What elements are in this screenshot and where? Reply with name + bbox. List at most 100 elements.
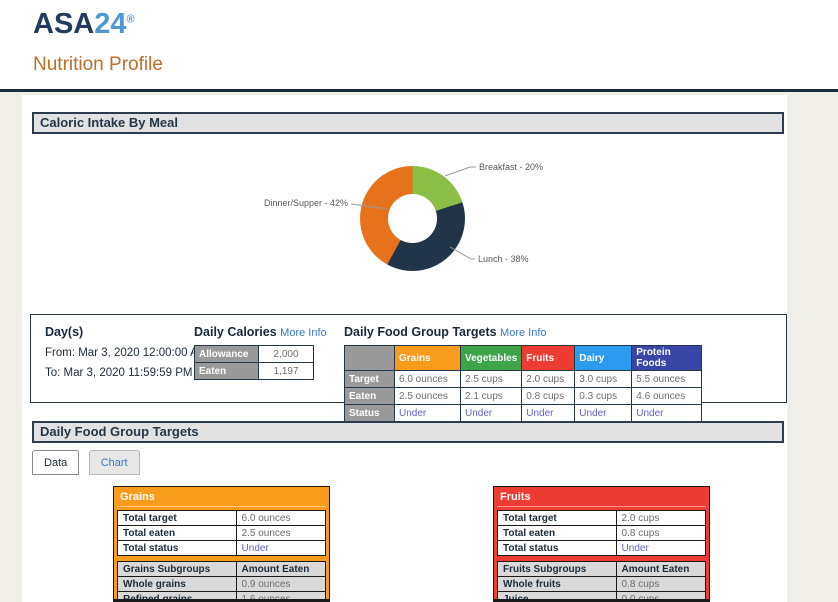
eaten-dairy: 0.3 cups [574,387,633,405]
days-title: Day(s) [45,325,84,339]
status-fruits-link[interactable]: Under [521,404,576,422]
grains-total-eaten-value: 2.5 ounces [235,525,327,541]
table-row: Total target 6.0 ounces [117,510,327,526]
eaten-fruits: 0.8 cups [521,387,576,405]
grains-total-eaten-label: Total eaten [117,525,237,541]
date-to: To: Mar 3, 2020 11:59:59 PM [45,367,193,379]
target-dairy: 3.0 cups [574,370,633,388]
grains-total-status-label: Total status [117,540,237,556]
table-header-row: Fruits Subgroups Amount Eaten [497,561,707,577]
table-row-target: Target 6.0 ounces 2.5 cups 2.0 cups 3.0 … [344,370,703,388]
column-header-grains: Grains [394,345,461,371]
card-title-grains: Grains [117,490,326,507]
daily-calories-title-text: Daily Calories [194,325,277,339]
food-group-targets-more-info-link[interactable]: More Info [500,327,546,339]
calories-allowance-label: Allowance [194,345,259,363]
tab-chart[interactable]: Chart [88,450,140,475]
column-header-fruits: Fruits [521,345,576,371]
tab-bar: Data Chart [32,450,145,477]
donut-label-breakfast: Breakfast - 20% [479,162,544,172]
table-row: Total status Under [497,540,707,556]
target-fruits: 2.0 cups [521,370,576,388]
food-group-targets-title: Daily Food Group Targets More Info [344,325,702,339]
whole-grains-label: Whole grains [117,576,237,592]
grains-total-status-link[interactable]: Under [235,540,327,556]
logo-number: 24 [94,8,127,40]
table-row: Eaten 1,197 [194,362,314,380]
table-row: Total eaten 0.8 cups [497,525,707,541]
fruits-amount-eaten-header: Amount Eaten [615,561,707,577]
grains-total-target-label: Total target [117,510,237,526]
section-header-daily-food-group-targets: Daily Food Group Targets [32,421,784,443]
food-group-targets-title-text: Daily Food Group Targets [344,325,497,339]
daily-calories-table: Allowance 2,000 Eaten 1,197 [194,345,314,380]
summary-box: Day(s) From: Mar 3, 2020 12:00:00 AM To:… [30,314,787,422]
table-header-row: Grains Vegetables Fruits Dairy Protein F… [344,345,703,371]
table-row-eaten: Eaten 2.5 ounces 2.1 cups 0.8 cups 0.3 c… [344,387,703,405]
status-vegetables-link[interactable]: Under [459,404,523,422]
tab-data[interactable]: Data [32,450,80,475]
food-group-card-grains: Grains Total target 6.0 ounces Total eat… [113,486,330,602]
food-group-targets-table: Grains Vegetables Fruits Dairy Protein F… [344,345,703,422]
daily-calories-column: Daily Calories More Info Allowance 2,000… [194,325,327,380]
table-row: Whole fruits 0.8 cups [497,576,707,592]
daily-calories-title: Daily Calories More Info [194,325,327,339]
daily-calories-more-info-link[interactable]: More Info [280,327,326,339]
eaten-vegetables: 2.1 cups [459,387,523,405]
table-row: Total eaten 2.5 ounces [117,525,327,541]
logo-text: ASA [33,8,95,40]
food-group-targets-column: Daily Food Group Targets More Info Grain… [344,325,703,422]
table-row: Total target 2.0 cups [497,510,707,526]
donut-leader-lines [350,166,476,260]
grains-totals-table: Total target 6.0 ounces Total eaten 2.5 … [117,510,327,556]
caloric-intake-donut-chart-area: Breakfast - 20% Lunch - 38% Dinner/Suppe… [22,140,787,310]
row-label-eaten: Eaten [344,387,395,405]
column-header-protein-foods: Protein Foods [631,345,703,371]
whole-fruits-value: 0.8 cups [615,576,707,592]
page-title: Nutrition Profile [33,54,163,75]
donut-label-dinner: Dinner/Supper - 42% [263,198,348,208]
fruits-total-eaten-value: 0.8 cups [615,525,707,541]
fruits-total-target-value: 2.0 cups [615,510,707,526]
calories-eaten-label: Eaten [194,362,259,380]
fruits-total-eaten-label: Total eaten [497,525,617,541]
grains-subgroups-header: Grains Subgroups [117,561,237,577]
eaten-protein: 4.6 ounces [631,387,703,405]
whole-fruits-label: Whole fruits [497,576,617,592]
fruits-totals-table: Total target 2.0 cups Total eaten 0.8 cu… [497,510,707,556]
grains-amount-eaten-header: Amount Eaten [235,561,327,577]
fruits-total-status-link[interactable]: Under [615,540,707,556]
asa24-logo: ASA24® [33,8,135,41]
calories-allowance-value: 2,000 [258,345,314,363]
table-row: Total status Under [117,540,327,556]
date-from: From: Mar 3, 2020 12:00:00 AM [45,347,208,359]
main-content-panel: Caloric Intake By Meal Breakfast - 20% L… [22,95,787,602]
column-header-vegetables: Vegetables [459,345,523,371]
status-dairy-link[interactable]: Under [574,404,633,422]
status-grains-link[interactable]: Under [394,404,461,422]
section-header-caloric-intake: Caloric Intake By Meal [32,112,784,134]
table-header-row: Grains Subgroups Amount Eaten [117,561,327,577]
card-title-fruits: Fruits [497,490,706,507]
row-label-status: Status [344,404,395,422]
fruits-subgroups-table: Fruits Subgroups Amount Eaten Whole frui… [497,561,707,602]
fruits-total-status-label: Total status [497,540,617,556]
table-row-status: Status Under Under Under Under Under [344,404,703,422]
fruits-subgroups-header: Fruits Subgroups [497,561,617,577]
table-row: Allowance 2,000 [194,345,314,363]
days-column: Day(s) From: Mar 3, 2020 12:00:00 AM To:… [45,325,207,379]
corner-cell [344,345,395,371]
grains-subgroups-table: Grains Subgroups Amount Eaten Whole grai… [117,561,327,602]
target-protein: 5.5 ounces [631,370,703,388]
column-header-dairy: Dairy [574,345,633,371]
food-group-card-fruits: Fruits Total target 2.0 cups Total eaten… [493,486,710,602]
grains-total-target-value: 6.0 ounces [235,510,327,526]
table-row: Whole grains 0.9 ounces [117,576,327,592]
calories-eaten-value: 1,197 [258,362,314,380]
app-header: ASA24® Nutrition Profile [0,0,838,92]
row-label-target: Target [344,370,395,388]
status-protein-link[interactable]: Under [631,404,703,422]
fruits-total-target-label: Total target [497,510,617,526]
target-vegetables: 2.5 cups [459,370,523,388]
donut-label-lunch: Lunch - 38% [478,254,529,264]
